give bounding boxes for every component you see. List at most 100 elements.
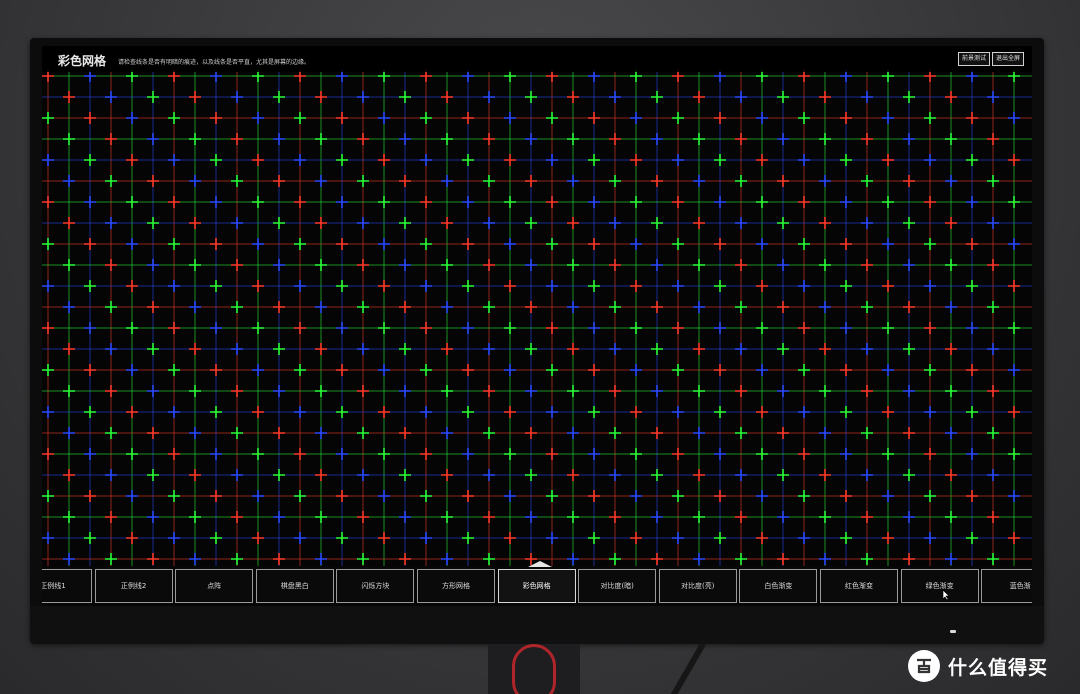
tab-item[interactable]: 绿色渐变	[900, 569, 979, 603]
grid-cross	[525, 175, 537, 187]
grid-cross	[945, 217, 957, 229]
grid-cross	[189, 469, 201, 481]
grid-cross	[294, 238, 306, 250]
grid-cross	[126, 448, 138, 460]
grid-cross	[588, 532, 600, 544]
grid-cross	[651, 511, 663, 523]
grid-cross	[903, 385, 915, 397]
grid-cross	[294, 364, 306, 376]
grid-cross	[420, 406, 432, 418]
exit-fullscreen-button[interactable]: 退出全屏	[992, 52, 1025, 66]
monitor-screen: 彩色网格 请检查线条是否有明暗的痕迹，以及线条是否平直，尤其是屏幕的边缘。 前景…	[42, 46, 1032, 606]
grid-cross	[546, 532, 558, 544]
monitor-chin	[30, 606, 1044, 644]
grid-cross	[756, 322, 768, 334]
grid-cross	[987, 427, 999, 439]
grid-cross	[588, 238, 600, 250]
grid-cross	[756, 406, 768, 418]
grid-cross	[126, 154, 138, 166]
grid-cross	[651, 133, 663, 145]
tab-item[interactable]: 对比度(亮)	[658, 569, 737, 603]
grid-cross	[315, 343, 327, 355]
tab-item[interactable]: 对比度(暗)	[578, 569, 657, 603]
grid-cross	[777, 553, 789, 565]
grid-cross	[441, 385, 453, 397]
grid-cross	[420, 532, 432, 544]
grid-cross	[840, 280, 852, 292]
tab-item[interactable]: 红色渐变	[820, 569, 898, 603]
grid-cross	[777, 259, 789, 271]
test-button[interactable]: 前景测试	[958, 52, 991, 66]
grid-cross	[777, 385, 789, 397]
grid-cross	[693, 553, 705, 565]
grid-cross	[882, 406, 894, 418]
grid-cross	[693, 385, 705, 397]
grid-cross	[504, 364, 516, 376]
grid-cross	[504, 196, 516, 208]
grid-cross	[651, 91, 663, 103]
grid-cross	[63, 427, 75, 439]
grid-cross	[567, 175, 579, 187]
grid-cross	[525, 259, 537, 271]
grid-cross	[798, 364, 810, 376]
tab-item[interactable]: 彩色网格	[497, 569, 576, 603]
grid-cross	[588, 322, 600, 334]
grid-cross	[441, 217, 453, 229]
tab-item[interactable]: 点阵	[175, 569, 254, 603]
grid-cross	[798, 322, 810, 334]
grid-cross	[882, 154, 894, 166]
tab-item[interactable]: 方形网格	[417, 569, 495, 603]
grid-cross	[357, 427, 369, 439]
grid-cross	[315, 217, 327, 229]
grid-cross	[126, 280, 138, 292]
grid-cross	[231, 511, 243, 523]
grid-cross	[714, 154, 726, 166]
grid-cross	[420, 112, 432, 124]
grid-cross	[819, 553, 831, 565]
grid-cross	[84, 238, 96, 250]
grid-cross	[756, 154, 768, 166]
grid-cross	[840, 364, 852, 376]
grid-cross	[420, 448, 432, 460]
grid-cross	[210, 322, 222, 334]
grid-cross	[357, 217, 369, 229]
grid-cross	[777, 469, 789, 481]
grid-cross	[462, 490, 474, 502]
grid-cross	[483, 91, 495, 103]
grid-cross	[189, 343, 201, 355]
grid-cross	[651, 427, 663, 439]
tab-item[interactable]: 蓝色渐	[981, 569, 1032, 603]
grid-cross	[588, 364, 600, 376]
grid-cross	[945, 343, 957, 355]
grid-cross	[126, 532, 138, 544]
grid-cross	[294, 280, 306, 292]
grid-cross	[42, 280, 54, 292]
grid-cross	[294, 154, 306, 166]
grid-cross	[735, 385, 747, 397]
grid-cross	[714, 532, 726, 544]
grid-cross	[483, 427, 495, 439]
grid-cross	[819, 91, 831, 103]
grid-cross	[882, 448, 894, 460]
grid-cross	[798, 448, 810, 460]
grid-cross	[693, 469, 705, 481]
grid-cross	[609, 217, 621, 229]
grid-cross	[105, 511, 117, 523]
grid-cross	[420, 364, 432, 376]
grid-cross	[819, 217, 831, 229]
grid-cross	[882, 112, 894, 124]
grid-cross	[966, 490, 978, 502]
grid-cross	[189, 511, 201, 523]
grid-cross	[273, 91, 285, 103]
tab-item[interactable]: 闪烁方块	[336, 569, 415, 603]
tab-item[interactable]: 正例线2	[94, 569, 173, 603]
grid-cross	[357, 91, 369, 103]
grid-cross	[693, 343, 705, 355]
tab-item[interactable]: 正例线1	[42, 569, 92, 603]
tab-item[interactable]: 白色渐变	[739, 569, 818, 603]
grid-cross	[147, 217, 159, 229]
tab-item[interactable]: 棋盘黑白	[255, 569, 334, 603]
grid-cross	[462, 364, 474, 376]
grid-cross	[903, 553, 915, 565]
grid-cross	[504, 448, 516, 460]
